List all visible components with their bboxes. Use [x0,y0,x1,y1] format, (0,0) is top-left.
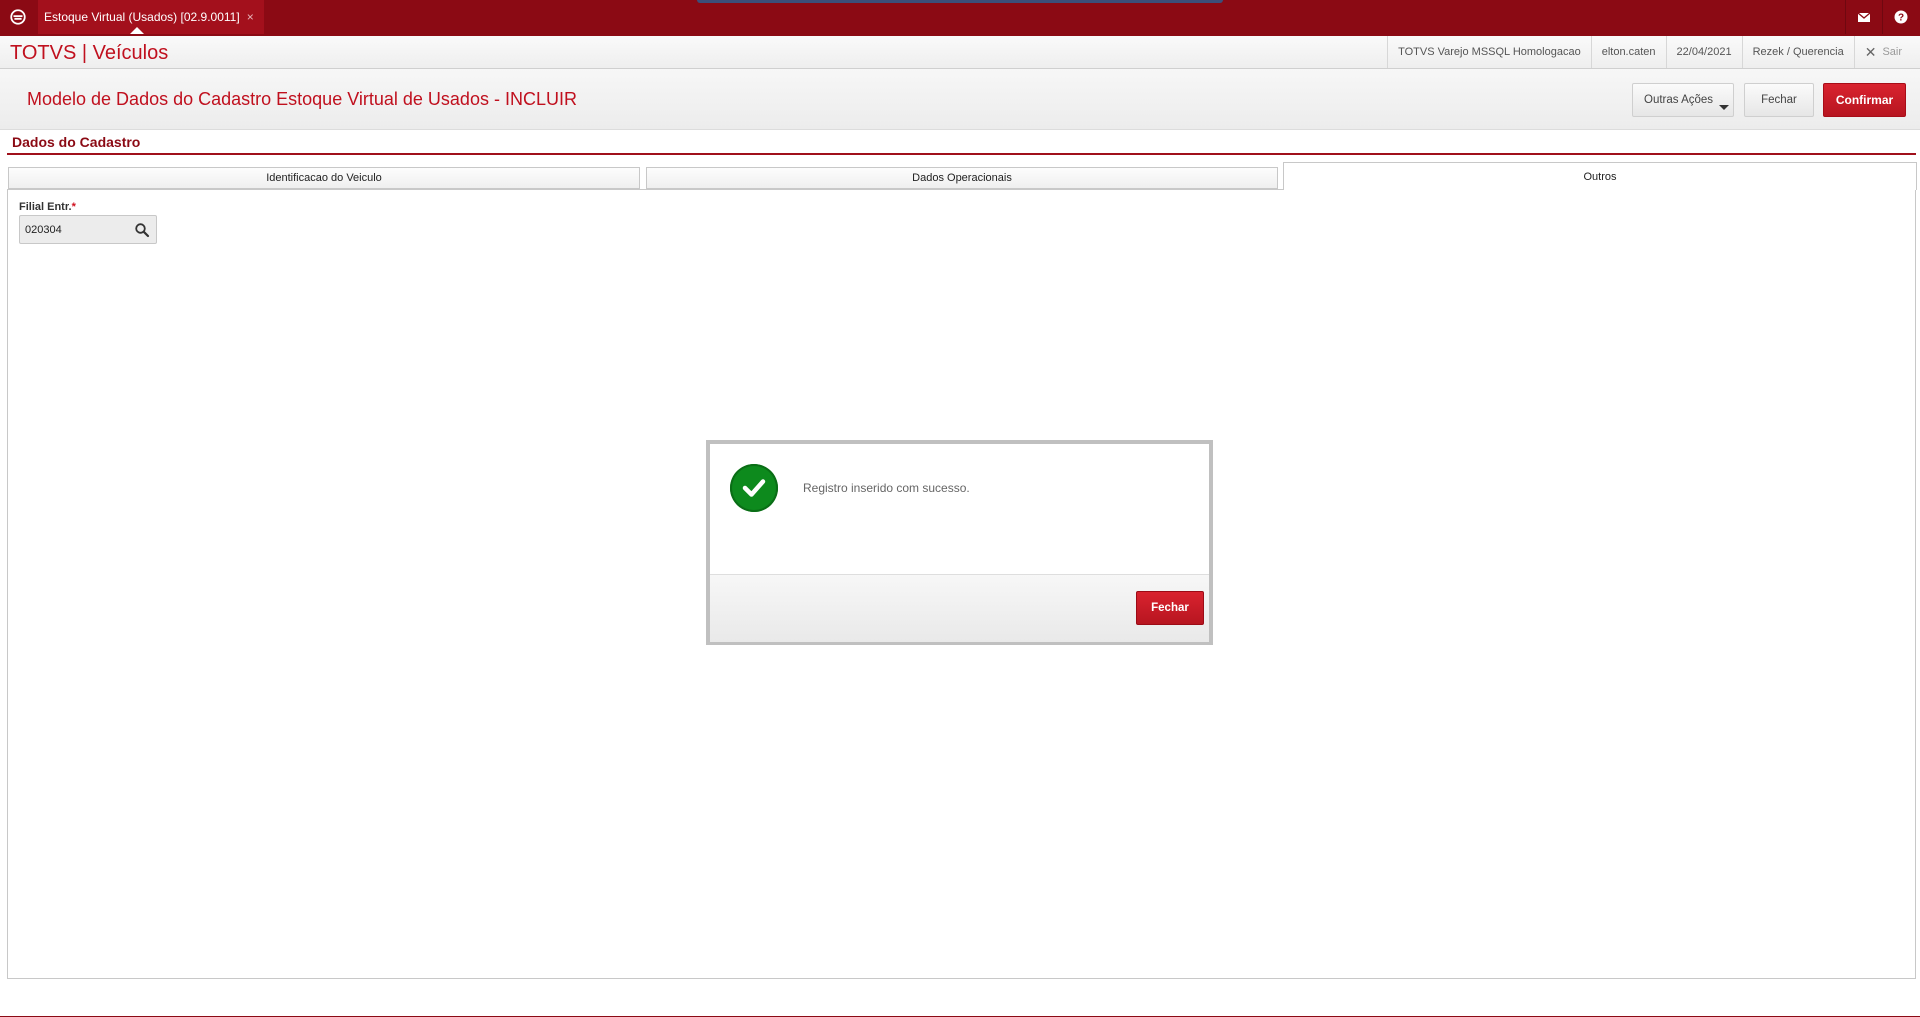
dialog-close-button[interactable]: Fechar [1136,591,1204,625]
totvs-home-icon[interactable] [0,0,36,34]
section-title: Dados do Cadastro [12,134,141,150]
tab-dados-operacionais[interactable]: Dados Operacionais [646,167,1278,189]
dialog-body: Registro inserido com sucesso. [710,444,1209,574]
tab-identificacao-veiculo[interactable]: Identificacao do Veiculo [8,167,640,189]
tab-close-icon[interactable]: × [247,10,254,24]
form-titlebar: Modelo de Dados do Cadastro Estoque Virt… [0,69,1920,130]
exit-button[interactable]: ✕ Sair [1853,36,1920,68]
filial-entr-label: Filial Entr.* [19,201,76,213]
app-header: TOTVS | Veículos TOTVS Varejo MSSQL Homo… [0,36,1920,69]
top-progress-strip [697,0,1223,3]
close-button[interactable]: Fechar [1744,83,1814,117]
brand-title: TOTVS | Veículos [10,42,169,64]
other-actions-label: Outras Ações [1644,94,1714,106]
svg-text:?: ? [1898,13,1904,24]
page-title: Modelo de Dados do Cadastro Estoque Virt… [27,89,577,109]
user-name: elton.caten [1590,36,1666,68]
filial-entr-label-text: Filial Entr. [19,201,72,213]
exit-label: Sair [1882,46,1902,58]
tab-label: Estoque Virtual (Usados) [02.9.0011] [44,10,240,24]
top-bar: Estoque Virtual (Usados) [02.9.0011] × ? [0,0,1920,34]
success-dialog-inner: Registro inserido com sucesso. Fechar [710,444,1209,642]
dialog-footer: Fechar [710,574,1209,642]
close-icon: ✕ [1864,43,1877,60]
other-actions-button[interactable]: Outras Ações [1632,83,1734,117]
filial-entr-field[interactable]: 020304 [19,215,157,244]
session-date: 22/04/2021 [1665,36,1742,68]
session-info: TOTVS Varejo MSSQL Homologacao elton.cat… [1387,36,1920,68]
success-dialog: Registro inserido com sucesso. Fechar [706,440,1213,645]
tab-estoque-virtual[interactable]: Estoque Virtual (Usados) [02.9.0011] × [38,0,264,34]
success-check-icon [730,464,778,512]
dialog-message: Registro inserido com sucesso. [803,481,970,495]
chevron-down-icon [1719,105,1729,110]
environment-name: TOTVS Varejo MSSQL Homologacao [1387,36,1591,68]
filial-entr-value: 020304 [25,223,62,236]
tab-active-indicator [130,27,144,34]
branch-name: Rezek / Querencia [1741,36,1854,68]
help-icon[interactable]: ? [1882,0,1919,34]
mail-icon[interactable] [1845,0,1882,34]
required-marker: * [71,201,76,213]
tab-outros[interactable]: Outros [1283,162,1917,190]
section-divider [7,153,1916,155]
search-icon[interactable] [134,222,150,238]
confirm-button[interactable]: Confirmar [1823,83,1906,117]
